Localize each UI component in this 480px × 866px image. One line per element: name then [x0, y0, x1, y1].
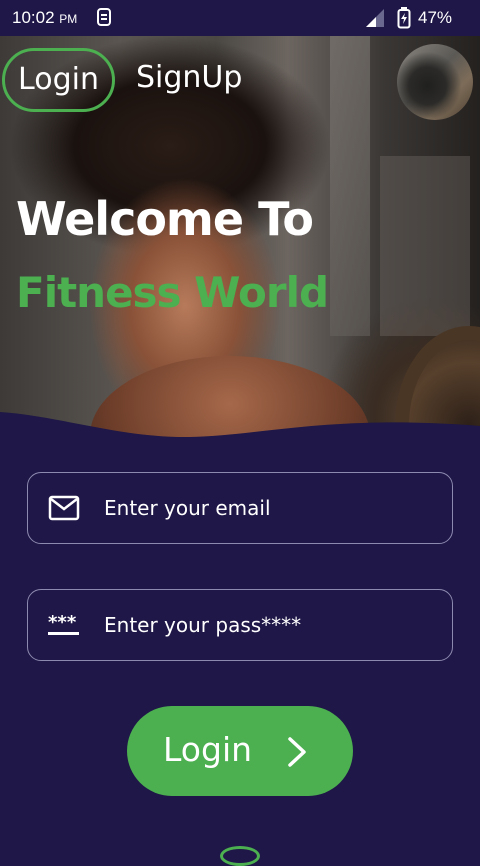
avatar[interactable] — [397, 44, 473, 120]
password-icon: *** — [48, 612, 80, 642]
svg-text:***: *** — [48, 612, 77, 633]
signal-icon — [364, 8, 386, 32]
tab-login[interactable]: Login — [2, 48, 115, 112]
hero-wave — [0, 412, 480, 466]
scroll-indicator — [220, 846, 260, 866]
email-input[interactable] — [104, 473, 434, 542]
status-time-value: 10:02 — [12, 8, 55, 27]
login-button-label: Login — [163, 730, 253, 769]
password-input[interactable] — [104, 590, 434, 659]
welcome-heading: Welcome To — [16, 192, 314, 246]
status-time: 10:02 PM — [12, 8, 77, 28]
brand-heading: Fitness World — [16, 268, 329, 317]
password-field[interactable]: *** — [27, 589, 453, 661]
mail-icon — [48, 495, 80, 525]
login-button[interactable]: Login — [127, 706, 353, 796]
hero-window-light-2 — [380, 156, 470, 336]
chevron-right-icon — [285, 736, 309, 771]
hero-window-light — [330, 36, 370, 336]
tab-signup[interactable]: SignUp — [136, 60, 242, 95]
sim-icon — [96, 7, 112, 31]
battery-charging-icon — [397, 7, 411, 33]
status-time-ampm: PM — [59, 12, 78, 26]
status-bar: 10:02 PM 47% — [0, 0, 480, 36]
battery-percentage: 47% — [418, 8, 453, 27]
email-field[interactable] — [27, 472, 453, 544]
